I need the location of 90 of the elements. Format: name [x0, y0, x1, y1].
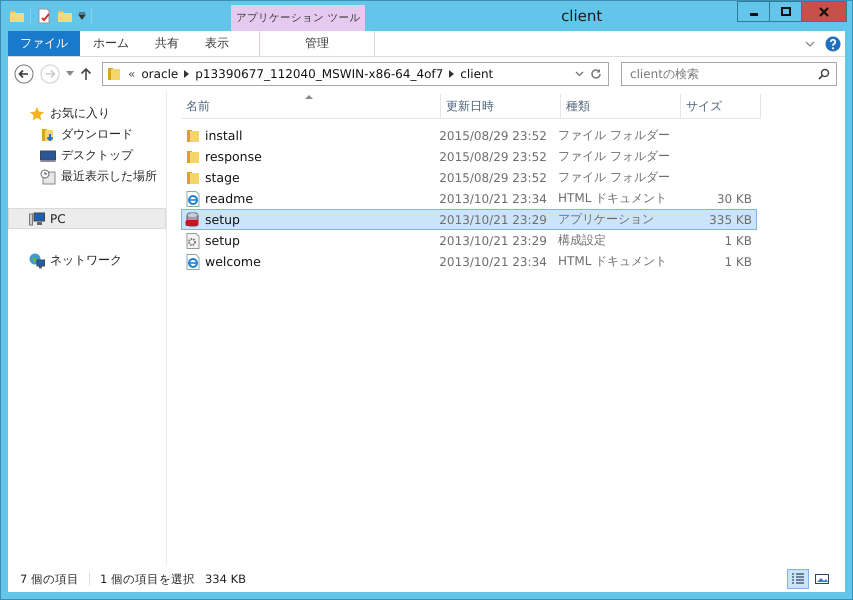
network-icon — [29, 252, 45, 268]
item-count: 7 個の項目 — [20, 572, 79, 586]
properties-icon[interactable] — [36, 8, 52, 24]
file-row[interactable]: readme 2013/10/21 23:34 HTML ドキュメント 30 KB — [181, 188, 757, 209]
selection-size: 334 KB — [204, 572, 246, 586]
address-bar[interactable]: « oracle p13390677_112040_MSWIN-x86-64_4of7 client — [102, 62, 609, 86]
file-name: setup — [205, 233, 240, 248]
close-icon — [819, 6, 829, 16]
html-document-icon — [185, 254, 201, 270]
back-icon[interactable] — [14, 64, 34, 84]
type-cell-text: HTML ドキュメント — [558, 190, 668, 207]
column-header[interactable]: 名前 — [181, 94, 441, 118]
details-view-button[interactable] — [787, 569, 809, 589]
folder-icon — [185, 170, 201, 186]
star-icon — [29, 106, 45, 122]
sidebar-item[interactable]: ネットワーク — [8, 250, 166, 271]
column-header[interactable]: 種類 — [561, 94, 681, 118]
folder-icon — [185, 128, 201, 144]
refresh-icon[interactable] — [590, 68, 602, 80]
size-cell: 335 KB — [709, 212, 752, 226]
desktop-icon — [40, 148, 56, 164]
settings-file-icon — [185, 232, 201, 248]
thumbnails-view-icon — [815, 573, 829, 585]
ribbon-tab[interactable]: 管理 — [259, 31, 375, 56]
type-cell-text: HTML ドキュメント — [558, 253, 668, 270]
date-cell-text: 2015/08/29 23:52 — [439, 170, 548, 186]
database-app-icon — [185, 212, 201, 228]
file-row[interactable]: install 2015/08/29 23:52 ファイル フォルダー — [181, 125, 757, 146]
column-header[interactable]: 更新日時 — [441, 94, 561, 118]
selection-info: 1 個の項目を選択 — [100, 572, 195, 586]
context-tab-header: アプリケーション ツール — [231, 5, 366, 31]
date-cell-text: 2013/10/21 23:34 — [439, 190, 548, 208]
details-view-icon — [791, 573, 805, 585]
size-cell: 1 KB — [724, 234, 752, 248]
folder-icon — [106, 66, 122, 82]
window-title: client — [560, 6, 604, 27]
file-row[interactable]: stage 2015/08/29 23:52 ファイル フォルダー — [181, 167, 757, 188]
date-cell-text: 2013/10/21 23:29 — [439, 212, 548, 228]
size-cell: 1 KB — [724, 254, 752, 268]
download-folder-icon — [40, 126, 56, 142]
date-cell-text: 2013/10/21 23:34 — [439, 254, 548, 270]
breadcrumb-arrow-icon[interactable] — [184, 70, 190, 78]
file-name: welcome — [205, 254, 261, 269]
file-name: setup — [205, 212, 240, 227]
breadcrumb-segment[interactable]: oracle — [141, 67, 178, 81]
type-cell-text: ファイル フォルダー — [558, 127, 671, 144]
history-caret-icon[interactable] — [66, 71, 74, 77]
expand-ribbon-icon[interactable] — [805, 40, 815, 48]
sidebar-item[interactable]: お気に入り — [8, 103, 166, 124]
file-name: stage — [205, 170, 240, 185]
html-document-icon — [185, 190, 201, 206]
date-cell-text: 2015/08/29 23:52 — [439, 128, 548, 144]
type-cell-text: ファイル フォルダー — [558, 148, 671, 165]
maximize-icon — [780, 6, 790, 16]
minimize-icon — [750, 12, 758, 16]
type-cell-text: 構成設定 — [558, 232, 608, 249]
file-row[interactable]: welcome 2013/10/21 23:34 HTML ドキュメント 1 KB — [181, 251, 757, 272]
search-field[interactable]: clientの検索 — [621, 62, 837, 86]
help-icon[interactable] — [825, 36, 841, 52]
date-cell-text: 2015/08/29 23:52 — [439, 148, 548, 166]
file-name: response — [205, 149, 262, 164]
date-cell-text: 2013/10/21 23:29 — [439, 232, 548, 250]
column-header[interactable]: サイズ — [681, 94, 761, 118]
recent-places-icon — [40, 168, 56, 184]
breadcrumb-segment[interactable]: p13390677_112040_MSWIN-x86-64_4of7 — [195, 67, 444, 81]
sidebar-item[interactable]: デスクトップ — [8, 145, 166, 166]
file-row[interactable]: setup 2013/10/21 23:29 アプリケーション 335 KB — [181, 209, 757, 230]
sidebar-item[interactable]: ダウンロード — [8, 124, 166, 145]
file-row[interactable]: setup 2013/10/21 23:29 構成設定 1 KB — [181, 230, 757, 251]
minimize-button[interactable] — [737, 1, 770, 22]
dropdown-icon[interactable] — [78, 12, 86, 20]
overflow-chevron[interactable]: « — [128, 67, 136, 81]
size-cell: 30 KB — [716, 192, 752, 206]
sidebar-item[interactable]: 最近表示した場所 — [8, 166, 166, 187]
sidebar-item[interactable]: PC — [8, 208, 166, 229]
file-name: install — [205, 128, 242, 143]
type-cell-text: ファイル フォルダー — [558, 169, 671, 186]
ribbon-tab[interactable]: ファイル — [8, 31, 80, 56]
dropdown-icon[interactable] — [575, 71, 584, 77]
maximize-button[interactable] — [769, 1, 802, 22]
breadcrumb-segment[interactable]: client — [460, 67, 494, 81]
file-name: readme — [205, 191, 254, 206]
close-button[interactable] — [801, 1, 847, 22]
folder-icon — [185, 148, 201, 164]
computer-icon — [29, 210, 45, 226]
type-cell-text: アプリケーション — [558, 211, 656, 228]
search-icon — [818, 68, 830, 80]
up-arrow-icon[interactable] — [80, 67, 92, 81]
breadcrumb-arrow-icon[interactable] — [449, 70, 454, 78]
file-row[interactable]: response 2015/08/29 23:52 ファイル フォルダー — [181, 146, 757, 167]
